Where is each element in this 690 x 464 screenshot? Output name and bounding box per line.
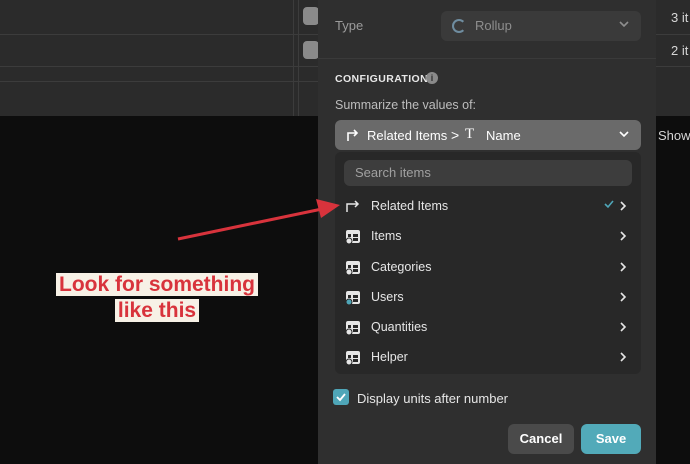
annotation-line-1: Look for something <box>56 273 258 296</box>
annotation-arrow-icon <box>177 199 340 241</box>
annotation-text: Look for something like this <box>44 272 270 324</box>
annotation-line-2: like this <box>114 299 200 322</box>
